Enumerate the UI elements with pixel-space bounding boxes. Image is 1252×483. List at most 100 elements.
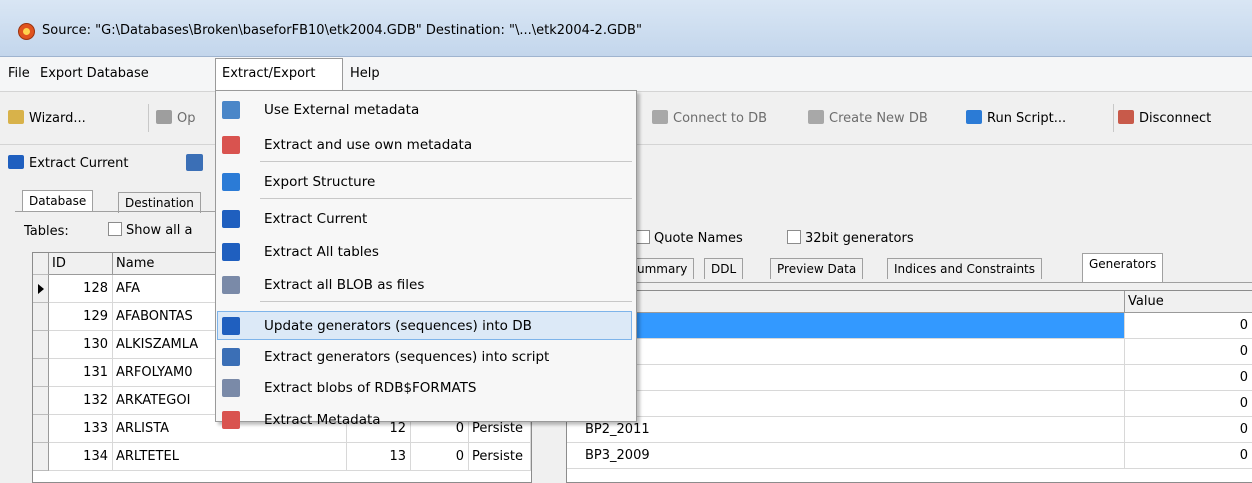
extract-icon bbox=[222, 210, 240, 228]
table-cell-count[interactable]: 13 bbox=[347, 443, 411, 471]
menu-item-update-generators-sequences-into-db[interactable]: Update generators (sequences) into DB bbox=[216, 311, 634, 341]
menu-separator bbox=[260, 301, 632, 302]
menu-item-extract-current[interactable]: Extract Current bbox=[216, 204, 634, 234]
tab-preview-data[interactable]: Preview Data bbox=[770, 258, 864, 279]
menu-item-export-structure[interactable]: Export Structure bbox=[216, 167, 634, 197]
sql-icon[interactable] bbox=[186, 154, 203, 171]
plug-icon bbox=[652, 110, 668, 124]
table-cell-flag[interactable]: 0 bbox=[411, 443, 469, 471]
table-cell-id[interactable]: 133 bbox=[49, 415, 113, 443]
menu-export-database[interactable]: Export Database bbox=[40, 66, 149, 81]
extract-current-button[interactable]: Extract Current bbox=[8, 155, 129, 171]
folder-icon bbox=[156, 110, 172, 124]
table-cell-name[interactable]: ARLTETEL bbox=[113, 443, 347, 471]
menu-extract-export[interactable]: Extract/Export bbox=[222, 66, 316, 81]
tables-label: Tables: bbox=[24, 224, 69, 239]
generator-name-cell[interactable]: K_0 bbox=[567, 313, 1125, 339]
column-header-value[interactable]: Value bbox=[1125, 291, 1252, 313]
generator-value-cell[interactable]: 0 bbox=[1125, 417, 1252, 443]
generator-name-cell[interactable]: 2009 bbox=[567, 365, 1125, 391]
row-indicator-current[interactable] bbox=[33, 275, 49, 303]
table-cell-type[interactable]: Persiste bbox=[469, 443, 531, 471]
table-cell-id[interactable]: 130 bbox=[49, 331, 113, 359]
generator-value-cell[interactable]: 0 bbox=[1125, 339, 1252, 365]
window-title: Source: "G:\Databases\Broken\baseforFB10… bbox=[42, 23, 642, 38]
wizard-button[interactable]: Wizard... bbox=[8, 110, 86, 126]
tab-database[interactable]: Database bbox=[22, 190, 94, 211]
column-header-id[interactable]: ID bbox=[49, 253, 113, 275]
menu-item-label: Extract and use own metadata bbox=[264, 137, 473, 153]
generator-name-cell[interactable]: BP3_2009 bbox=[567, 443, 1125, 469]
row-indicator[interactable] bbox=[33, 359, 49, 387]
quote-names-checkbox[interactable]: Quote Names bbox=[636, 230, 743, 246]
row-indicator[interactable] bbox=[33, 443, 49, 471]
disk-icon bbox=[222, 276, 240, 294]
metadata-icon bbox=[222, 411, 240, 429]
open-button[interactable]: Op bbox=[156, 110, 195, 126]
menu-item-use-external-metadata[interactable]: Use External metadata bbox=[216, 95, 634, 125]
disconnect-button[interactable]: Disconnect bbox=[1118, 110, 1211, 126]
show-all-checkbox[interactable]: Show all a bbox=[108, 222, 193, 238]
table-cell-id[interactable]: 131 bbox=[49, 359, 113, 387]
generator-name-cell[interactable]: 0 bbox=[567, 339, 1125, 365]
run-script-button[interactable]: Run Script... bbox=[966, 110, 1066, 126]
menu-file[interactable]: File bbox=[8, 66, 30, 81]
menu-item-label: Extract generators (sequences) into scri… bbox=[264, 349, 550, 365]
generator-name-cell[interactable]: BP2_2011 bbox=[567, 417, 1125, 443]
menu-item-extract-all-blob-as-files[interactable]: Extract all BLOB as files bbox=[216, 270, 634, 300]
table-cell-id[interactable]: 134 bbox=[49, 443, 113, 471]
tab-ddl[interactable]: DDL bbox=[704, 258, 744, 279]
toolbar-separator bbox=[1113, 104, 1114, 132]
sql-arrow-icon bbox=[966, 110, 982, 124]
sql-icon bbox=[222, 348, 240, 366]
update-generators-icon bbox=[222, 317, 240, 335]
tab-generators[interactable]: Generators bbox=[1082, 253, 1164, 283]
disconnect-icon bbox=[1118, 110, 1134, 124]
external-metadata-icon bbox=[222, 101, 240, 119]
tab-indices-constraints[interactable]: Indices and Constraints bbox=[887, 258, 1042, 279]
menu-item-label: Update generators (sequences) into DB bbox=[264, 318, 532, 334]
generator-value-cell[interactable]: 0 bbox=[1125, 313, 1252, 339]
column-header-generator[interactable] bbox=[567, 291, 1125, 313]
menu-separator bbox=[260, 198, 632, 199]
tab-destination[interactable]: Destination bbox=[118, 192, 201, 213]
current-row-arrow-icon bbox=[38, 284, 44, 294]
extract-all-icon bbox=[222, 243, 240, 261]
metadata-icon bbox=[222, 136, 240, 154]
extract-icon bbox=[8, 155, 24, 169]
generator-value-cell[interactable]: 0 bbox=[1125, 443, 1252, 469]
32bit-generators-checkbox[interactable]: 32bit generators bbox=[787, 230, 914, 246]
menu-help[interactable]: Help bbox=[350, 66, 380, 81]
toolbar-separator bbox=[148, 104, 149, 132]
row-indicator[interactable] bbox=[33, 331, 49, 359]
checkbox-box bbox=[636, 230, 650, 244]
generators-grid[interactable]: Value K_00002009020100BP2_20110BP3_20090 bbox=[566, 290, 1252, 483]
menu-item-label: Extract All tables bbox=[264, 244, 379, 260]
menu-item-label: Extract Metadata bbox=[264, 412, 381, 428]
generator-value-cell[interactable]: 0 bbox=[1125, 365, 1252, 391]
tab-baseline bbox=[566, 282, 1252, 283]
connect-db-button[interactable]: Connect to DB bbox=[652, 110, 767, 126]
menu-item-extract-blobs-of-rdb-formats[interactable]: Extract blobs of RDB$FORMATS bbox=[216, 373, 634, 403]
menu-item-extract-and-use-own-metadata[interactable]: Extract and use own metadata bbox=[216, 130, 634, 160]
menu-item-label: Extract blobs of RDB$FORMATS bbox=[264, 380, 477, 396]
table-cell-id[interactable]: 128 bbox=[49, 275, 113, 303]
row-indicator[interactable] bbox=[33, 387, 49, 415]
menu-bar bbox=[0, 57, 1252, 92]
menu-item-extract-all-tables[interactable]: Extract All tables bbox=[216, 237, 634, 267]
row-indicator[interactable] bbox=[33, 415, 49, 443]
disk-icon bbox=[222, 379, 240, 397]
table-cell-id[interactable]: 129 bbox=[49, 303, 113, 331]
menu-item-extract-metadata[interactable]: Extract Metadata bbox=[216, 405, 634, 435]
menu-item-label: Use External metadata bbox=[264, 102, 420, 118]
checkbox-box bbox=[787, 230, 801, 244]
row-indicator[interactable] bbox=[33, 303, 49, 331]
tab-summary[interactable]: ummary bbox=[630, 258, 695, 279]
table-cell-id[interactable]: 132 bbox=[49, 387, 113, 415]
generator-name-cell[interactable]: 2010 bbox=[567, 391, 1125, 417]
app-icon bbox=[18, 23, 35, 40]
menu-item-extract-generators-sequences-into-script[interactable]: Extract generators (sequences) into scri… bbox=[216, 342, 634, 372]
menu-item-label: Export Structure bbox=[264, 174, 376, 190]
generator-value-cell[interactable]: 0 bbox=[1125, 391, 1252, 417]
create-db-button[interactable]: Create New DB bbox=[808, 110, 928, 126]
